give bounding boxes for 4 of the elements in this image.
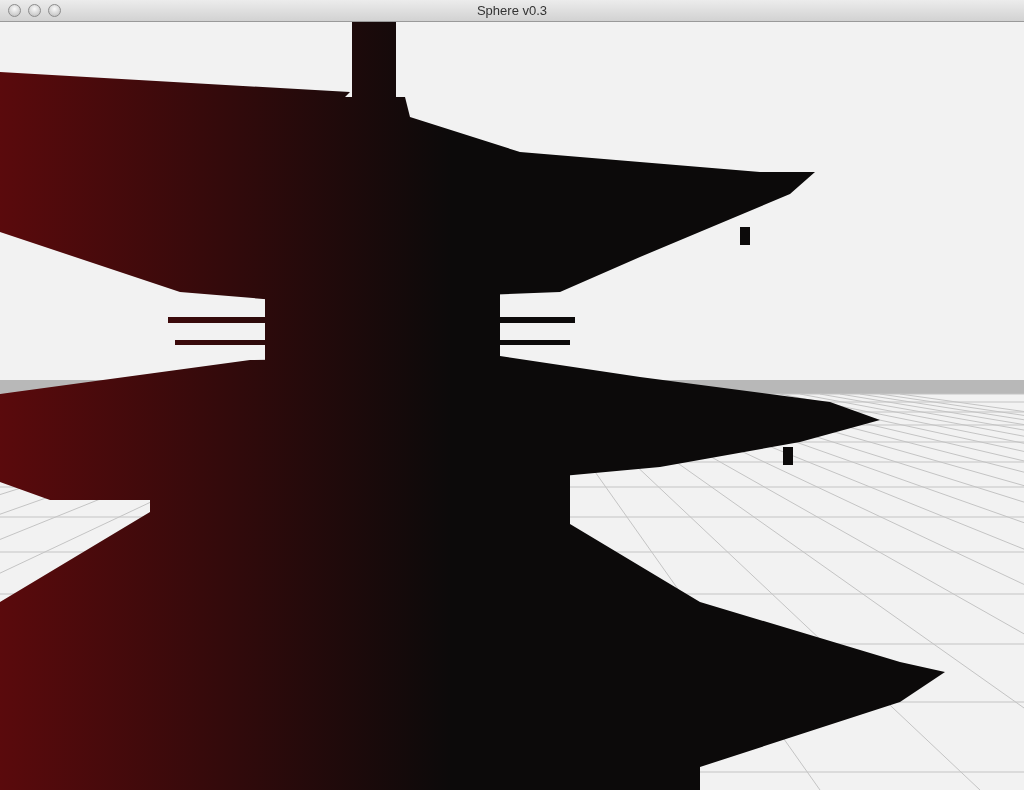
window-title: Sphere v0.3 — [476, 3, 548, 18]
zoom-button[interactable] — [48, 4, 61, 17]
close-button[interactable] — [8, 4, 21, 17]
minimize-button[interactable] — [28, 4, 41, 17]
